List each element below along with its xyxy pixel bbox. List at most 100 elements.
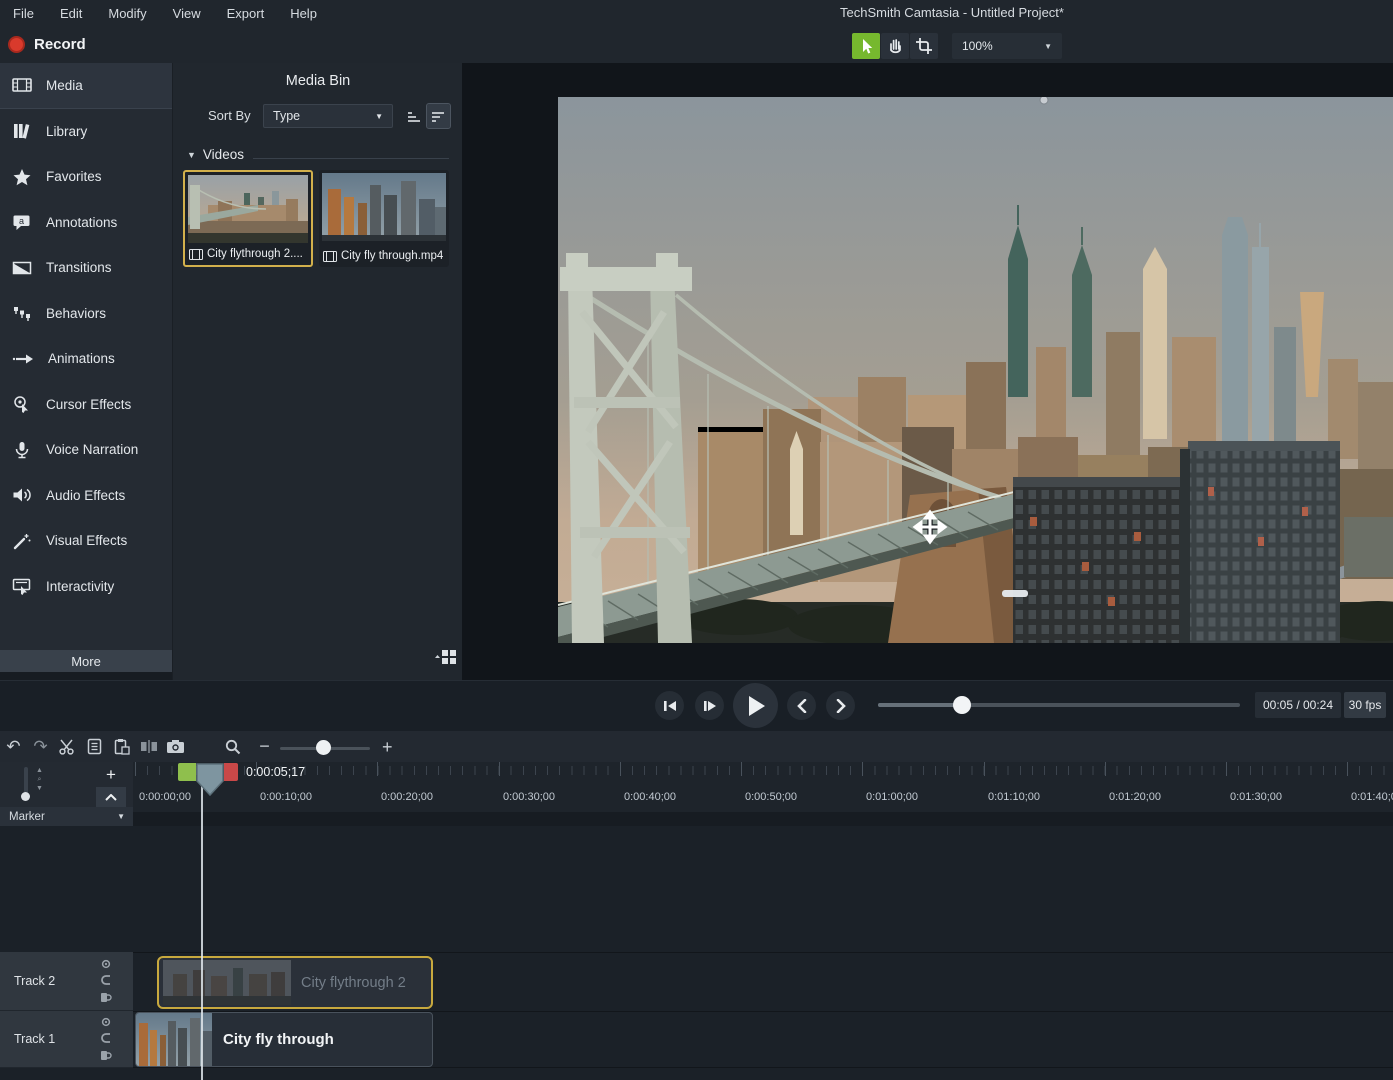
- play-button[interactable]: [733, 683, 778, 728]
- sidebar-item-visual-effects[interactable]: Visual Effects: [0, 518, 172, 564]
- undo-button[interactable]: ↶: [0, 734, 27, 760]
- sidebar-item-voice-narration[interactable]: Voice Narration: [0, 427, 172, 473]
- playhead-out-handle[interactable]: [224, 763, 238, 781]
- ruler-label: 0:00:00;00: [139, 791, 191, 803]
- grid-view-icon: [433, 649, 457, 669]
- camera-icon: [166, 739, 185, 754]
- svg-text:a: a: [19, 216, 24, 226]
- scrubber-fill: [878, 703, 962, 707]
- track-2-controls[interactable]: [100, 958, 112, 1004]
- record-toolbar: Record: [0, 26, 1393, 65]
- sidebar-label-media: Media: [46, 78, 83, 93]
- clip-label: City fly through: [223, 1031, 334, 1048]
- timeline-zoom-button[interactable]: [219, 734, 246, 760]
- previous-clip-button[interactable]: [787, 691, 816, 720]
- video-frame-city-scene: [558, 97, 1393, 643]
- record-label: Record: [34, 36, 86, 53]
- bin-view-toggle-button[interactable]: [433, 649, 457, 669]
- menu-view[interactable]: View: [160, 6, 214, 21]
- timeline-toolbar: ↶ ↷: [0, 731, 1393, 762]
- chevron-down-icon: ▼: [1044, 42, 1052, 51]
- add-track-button[interactable]: +: [96, 764, 126, 785]
- track-1-controls[interactable]: [100, 1016, 112, 1062]
- chevron-up-icon: [105, 794, 117, 801]
- clip-city-fly-through[interactable]: City fly through: [135, 1012, 433, 1067]
- sidebar-item-animations[interactable]: Animations: [0, 336, 172, 382]
- collapse-triangle-icon: ▼: [187, 150, 196, 160]
- track-2-header[interactable]: Track 2: [0, 952, 133, 1011]
- menu-edit[interactable]: Edit: [47, 6, 95, 21]
- sidebar-item-favorites[interactable]: Favorites: [0, 154, 172, 200]
- step-back-button[interactable]: [655, 691, 684, 720]
- sort-descending-button[interactable]: [427, 104, 450, 128]
- sort-asc-icon: [407, 110, 422, 123]
- record-button[interactable]: Record: [8, 36, 86, 53]
- track-height-knob[interactable]: [21, 792, 30, 801]
- canvas-zoom-dropdown[interactable]: 100% ▼: [952, 33, 1062, 59]
- edit-cursor-tool[interactable]: [852, 33, 880, 59]
- crop-tool[interactable]: [910, 33, 938, 59]
- sidebar-item-transitions[interactable]: Transitions: [0, 245, 172, 291]
- fps-display: 30 fps: [1344, 692, 1386, 718]
- more-button[interactable]: More: [0, 650, 172, 672]
- media-bin-title: Media Bin: [173, 73, 463, 89]
- marker-dropdown[interactable]: Marker ▼: [0, 807, 133, 826]
- ruler-label: 0:01:00;00: [866, 791, 918, 803]
- sidebar-item-audio-effects[interactable]: Audio Effects: [0, 473, 172, 519]
- playhead-time: 0:00:05;17: [246, 765, 305, 779]
- media-item-label: City flythrough 2....: [207, 248, 303, 260]
- collapse-tracks-button[interactable]: [96, 787, 126, 807]
- zoom-out-button[interactable]: −: [251, 734, 278, 760]
- playhead-in-handle[interactable]: [178, 763, 196, 781]
- ruler-label: 0:01:20;00: [1109, 791, 1161, 803]
- pan-tool[interactable]: [881, 33, 909, 59]
- sort-ascending-button[interactable]: [403, 104, 426, 128]
- sidebar-item-behaviors[interactable]: Behaviors: [0, 291, 172, 337]
- ruler-label: 0:01:30;00: [1230, 791, 1282, 803]
- clip-city-flythrough-2[interactable]: City flythrough 2: [157, 956, 433, 1009]
- videos-section-header[interactable]: ▼ Videos: [187, 147, 244, 162]
- redo-button[interactable]: ↷: [27, 734, 54, 760]
- sidebar-item-media[interactable]: Media: [0, 63, 172, 109]
- ruler-label: 0:00:40;00: [624, 791, 676, 803]
- menu-help[interactable]: Help: [277, 6, 330, 21]
- ruler-label: 0:00:50;00: [745, 791, 797, 803]
- sidebar-item-cursor-effects[interactable]: Cursor Effects: [0, 382, 172, 428]
- camtasia-window: File Edit Modify View Export Help TechSm…: [0, 0, 1393, 1080]
- scrubber-knob[interactable]: [953, 696, 971, 714]
- zoom-in-button[interactable]: +: [382, 737, 393, 758]
- sort-by-dropdown[interactable]: Type ▼: [263, 104, 393, 128]
- step-forward-button[interactable]: [695, 691, 724, 720]
- cut-button[interactable]: [54, 734, 81, 760]
- paste-button[interactable]: [108, 734, 135, 760]
- menu-export[interactable]: Export: [214, 6, 278, 21]
- sidebar-item-annotations[interactable]: a Annotations: [0, 200, 172, 246]
- hand-icon: [886, 37, 904, 55]
- sidebar-item-library[interactable]: Library: [0, 109, 172, 155]
- playhead-handle[interactable]: [196, 763, 224, 793]
- video-clip-icon: [323, 251, 337, 262]
- ruler-label: 0:00:10;00: [260, 791, 312, 803]
- annotation-icon: a: [12, 213, 32, 231]
- sort-by-value: Type: [273, 109, 300, 123]
- media-item-city-flythrough-2[interactable]: City flythrough 2....: [183, 170, 313, 267]
- timeline-gutter: ▲⌕▼ +: [0, 762, 133, 812]
- sidebar-item-interactivity[interactable]: Interactivity: [0, 564, 172, 610]
- video-canvas[interactable]: [558, 97, 1393, 643]
- video-thumbnail: [188, 175, 308, 243]
- copy-button[interactable]: [81, 734, 108, 760]
- split-button[interactable]: [135, 734, 162, 760]
- record-icon: [8, 36, 25, 53]
- time-display: 00:05 / 00:24: [1255, 692, 1341, 718]
- next-clip-button[interactable]: [826, 691, 855, 720]
- menu-file[interactable]: File: [0, 6, 47, 21]
- menu-modify[interactable]: Modify: [95, 6, 159, 21]
- ruler-label: 0:00:30;00: [503, 791, 555, 803]
- track-1-header[interactable]: Track 1: [0, 1011, 133, 1068]
- sidebar-label-interactivity: Interactivity: [46, 579, 114, 594]
- snapshot-button[interactable]: [162, 734, 189, 760]
- star-icon: [12, 168, 32, 186]
- media-item-city-fly-through[interactable]: City fly through.mp4: [319, 170, 449, 267]
- playhead-line[interactable]: [201, 780, 203, 1080]
- timeline-zoom-knob[interactable]: [316, 740, 331, 755]
